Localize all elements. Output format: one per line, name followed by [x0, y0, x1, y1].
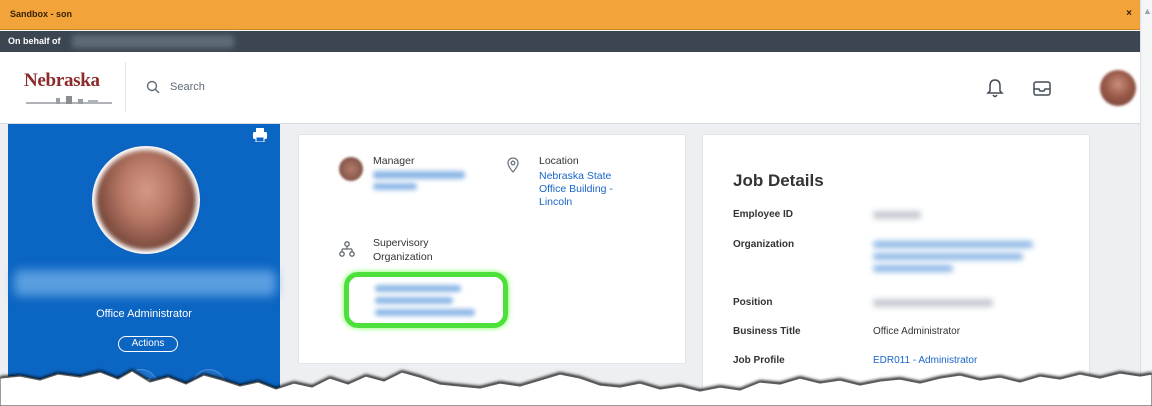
manager-avatar [339, 157, 363, 181]
close-icon[interactable]: × [1126, 8, 1132, 19]
search-input[interactable]: Search [170, 81, 205, 93]
print-icon[interactable] [252, 128, 268, 142]
supervisory-org-label-line1: Supervisory [373, 237, 429, 249]
profile-photo [92, 146, 200, 254]
location-link-line2[interactable]: Office Building - [539, 183, 613, 196]
sandbox-title: Sandbox - son [10, 9, 73, 19]
manager-link-redacted[interactable] [373, 183, 417, 190]
user-avatar[interactable] [1100, 70, 1136, 106]
employee-id-label: Employee ID [733, 209, 794, 220]
profile-name-redacted [14, 270, 276, 296]
nebraska-logo[interactable]: Nebraska [8, 62, 126, 112]
profile-job-title: Office Administrator [96, 308, 192, 320]
bell-icon[interactable] [985, 77, 1005, 99]
torn-edge-decoration [0, 370, 1152, 406]
search-icon [146, 80, 160, 94]
on-behalf-bar: On behalf of [0, 31, 1140, 52]
search-box[interactable]: Search [134, 74, 205, 100]
sandbox-bar: Sandbox - son × [0, 0, 1140, 30]
supervisory-org-icon [339, 241, 355, 257]
employee-id-value-redacted [873, 211, 921, 219]
business-title-label: Business Title [733, 326, 801, 337]
organization-link-redacted[interactable] [873, 241, 1033, 248]
position-value-redacted [873, 299, 993, 307]
top-header: Nebraska Search [0, 52, 1140, 124]
on-behalf-name-redacted [72, 35, 234, 48]
profile-photo-blurred [96, 150, 196, 250]
manager-label: Manager [373, 155, 415, 167]
supervisory-org-label-line2: Organization [373, 251, 433, 263]
overview-card: Manager Location Nebraska State Office B… [298, 134, 686, 364]
actions-button[interactable]: Actions [118, 336, 178, 352]
manager-link-redacted[interactable] [373, 171, 465, 179]
inbox-icon[interactable] [1032, 77, 1052, 99]
position-label: Position [733, 297, 773, 308]
scroll-up-icon[interactable]: ▲ [1143, 6, 1152, 16]
location-link-line3[interactable]: Lincoln [539, 196, 572, 209]
logo-text: Nebraska [24, 70, 100, 91]
skyline-icon [26, 96, 112, 104]
organization-label: Organization [733, 239, 795, 250]
window-scrollbar[interactable]: ▲ [1140, 0, 1152, 406]
on-behalf-label: On behalf of [8, 36, 61, 46]
organization-link-redacted[interactable] [873, 265, 953, 272]
location-pin-icon [507, 157, 519, 173]
business-title-value: Office Administrator [873, 326, 961, 337]
organization-link-redacted[interactable] [873, 253, 1023, 260]
highlight-annotation [344, 272, 508, 328]
job-details-title: Job Details [733, 171, 824, 190]
location-link-line1[interactable]: Nebraska State [539, 170, 611, 183]
location-label: Location [539, 155, 579, 167]
